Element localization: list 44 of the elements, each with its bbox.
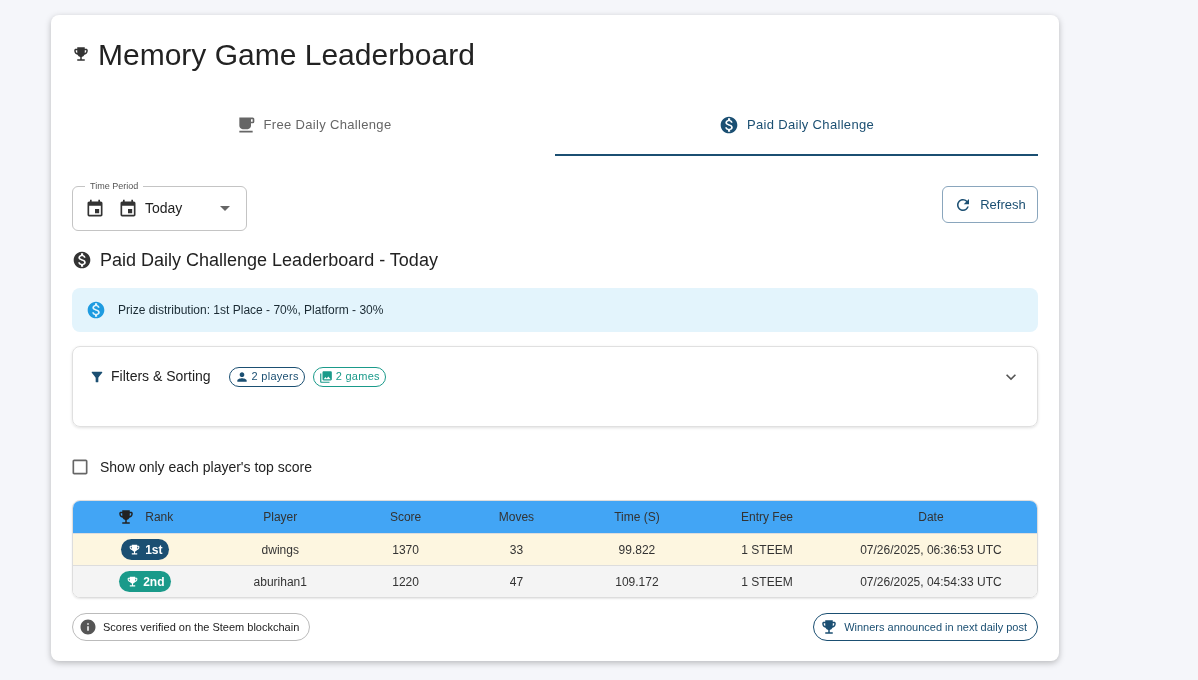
table-cell-text: dwings <box>261 541 299 559</box>
caret-icon <box>220 206 230 211</box>
column-header: Rank <box>145 509 174 526</box>
info-icon <box>79 618 97 636</box>
table-cell-text: 47 <box>509 573 524 591</box>
rank-badge: 1st <box>121 539 170 560</box>
photo-stack-icon <box>318 369 333 384</box>
trophy-icon <box>820 618 839 636</box>
table-cell-text: 109.172 <box>615 573 659 591</box>
calendar-icon <box>118 198 138 219</box>
trophy-icon <box>126 575 140 588</box>
filters-label: Filters & Sorting <box>111 367 211 386</box>
rank-badge: 2nd <box>119 571 172 592</box>
checkbox[interactable] <box>70 457 90 477</box>
table-cell-text: 1 STEEM <box>741 573 793 591</box>
table-cell-text: aburihan1 <box>253 573 307 591</box>
column-header: Entry Fee <box>741 509 794 526</box>
dollar-icon <box>718 114 739 135</box>
table-cell-text: 1370 <box>392 541 419 559</box>
challenge-tab[interactable]: Free Daily Challenge <box>72 95 555 156</box>
refresh-button[interactable]: Refresh <box>942 186 1038 223</box>
section-title: Paid Daily Challenge Leaderboard - Today <box>100 248 438 272</box>
table-cell-text: 99.822 <box>618 541 656 559</box>
table-cell-text: 07/26/2025, 06:36:53 UTC <box>860 541 1002 559</box>
table-cell-text: 07/26/2025, 04:54:33 UTC <box>860 573 1002 591</box>
trophy-icon <box>128 543 142 556</box>
challenge-tab[interactable]: Paid Daily Challenge <box>555 95 1038 156</box>
table-cell-text: 1220 <box>392 573 419 591</box>
column-header: Player <box>263 509 298 526</box>
table-cell-text: 33 <box>509 541 524 559</box>
column-header: Moves <box>498 509 535 526</box>
page-title: Memory Game Leaderboard <box>98 36 475 73</box>
trophy-icon <box>72 45 90 63</box>
column-header: Date <box>918 509 944 526</box>
column-header: Time (S) <box>614 509 660 526</box>
dollar-icon <box>86 300 106 320</box>
alert-text: Prize distribution: 1st Place - 70%, Platform - 30% <box>118 302 384 319</box>
select-value: Today <box>145 199 184 218</box>
calendar-icon <box>85 198 105 219</box>
dollar-icon <box>72 250 92 270</box>
checkbox-label: Show only each player's top score <box>100 457 312 477</box>
table-cell-text: 1 STEEM <box>741 541 793 559</box>
trophy-icon <box>117 508 136 526</box>
column-header: Score <box>389 509 422 526</box>
